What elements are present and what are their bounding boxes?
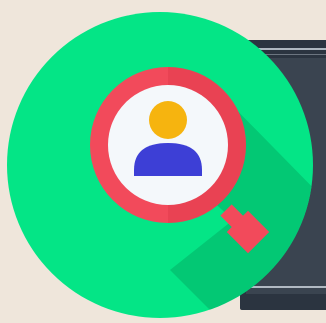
search-user-icon (0, 0, 326, 323)
icon-canvas (0, 0, 326, 323)
avatar-head (149, 101, 187, 139)
